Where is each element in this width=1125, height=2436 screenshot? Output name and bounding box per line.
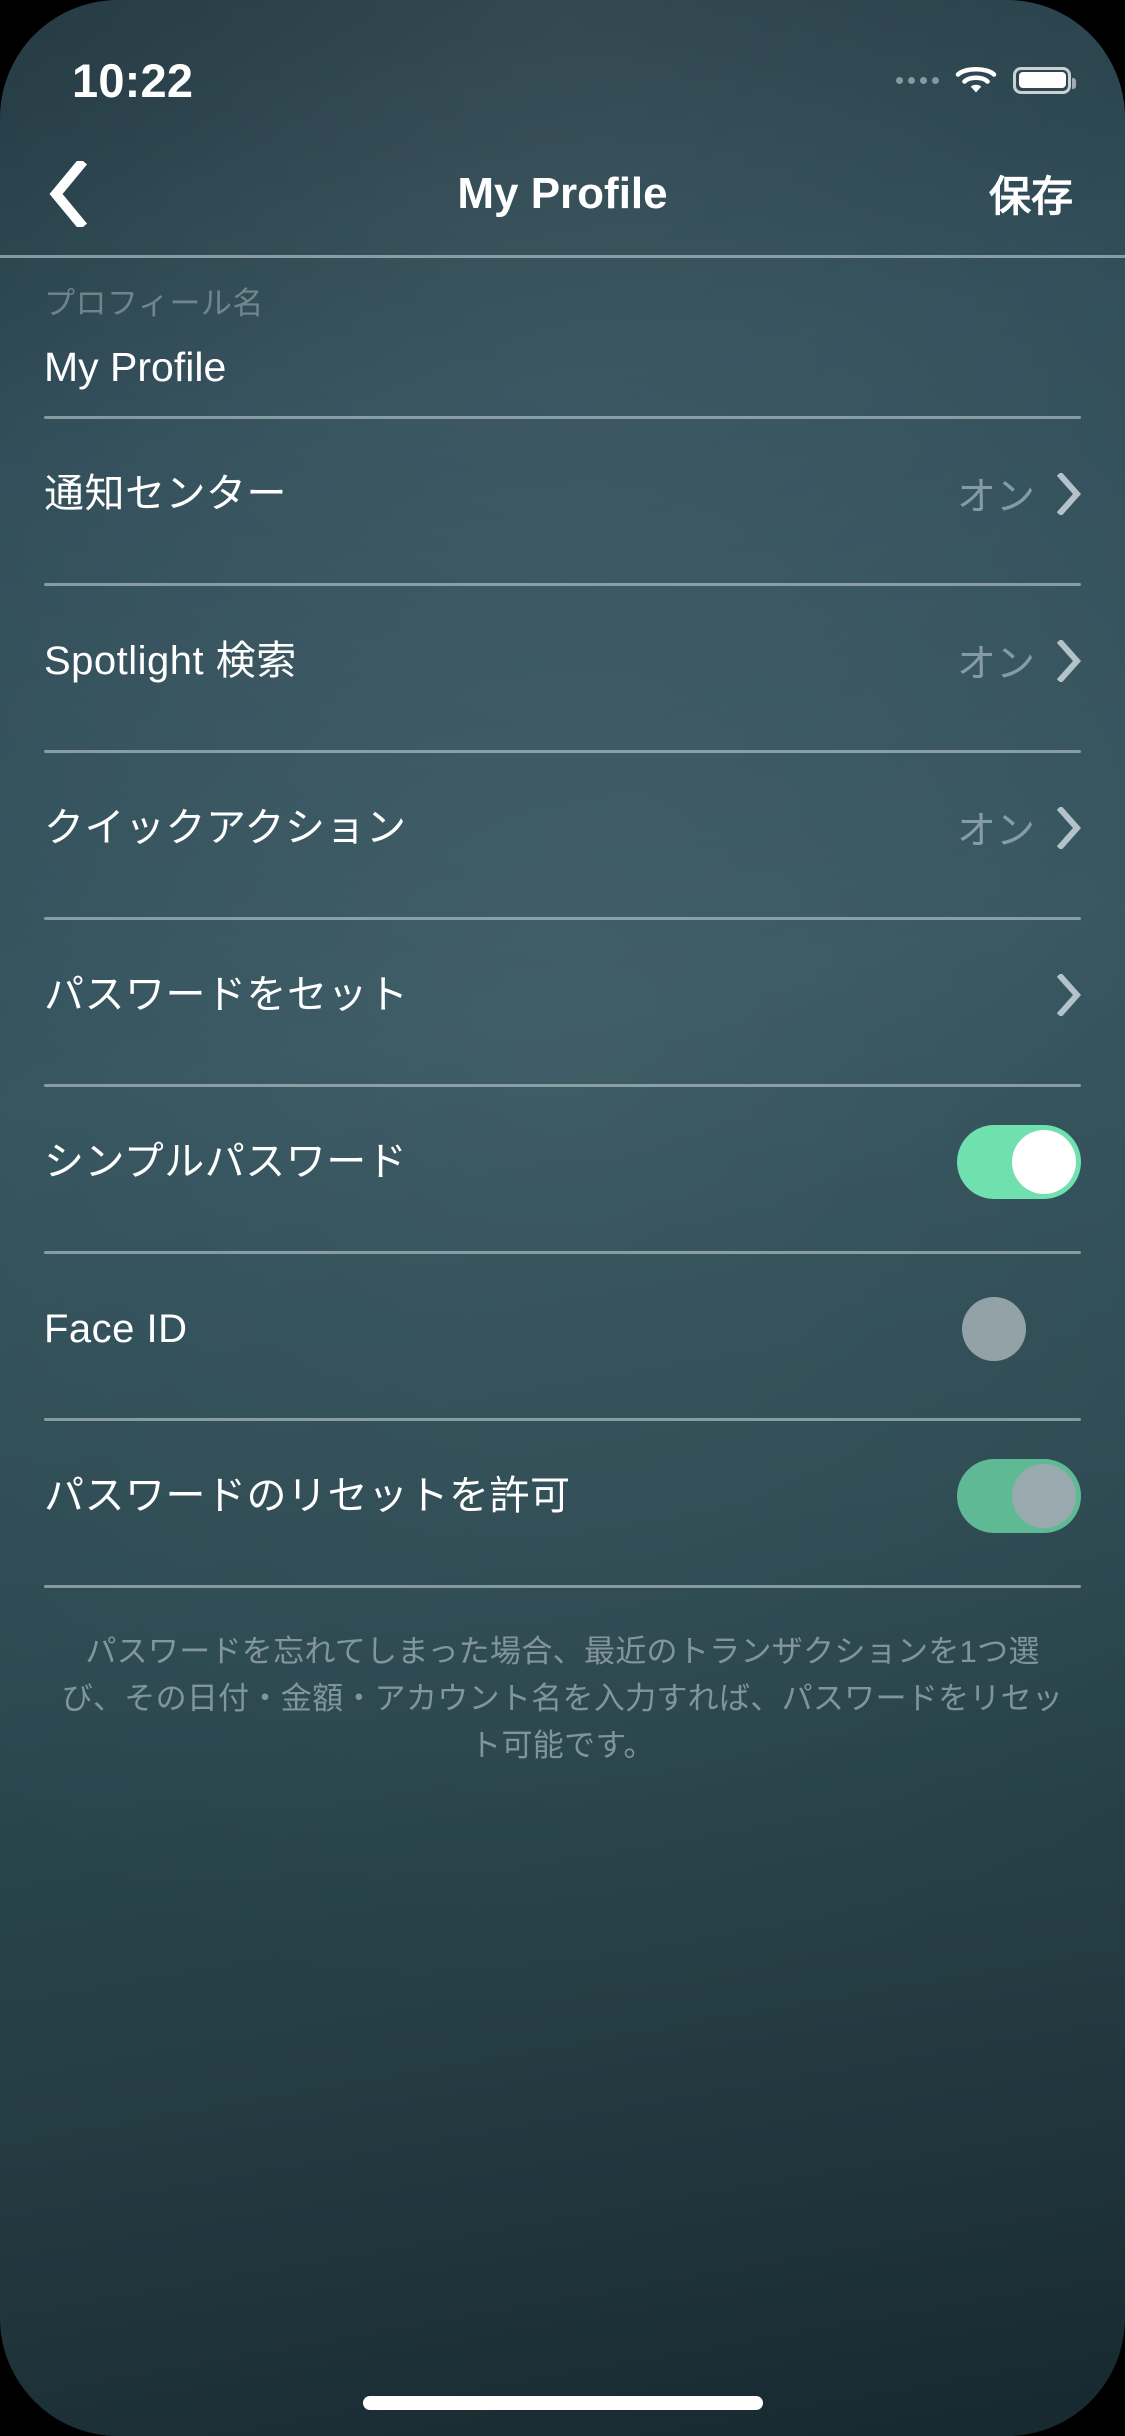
navigation-bar: My Profile 保存	[0, 132, 1125, 258]
chevron-right-icon	[1057, 473, 1081, 515]
profile-name-label: プロフィール名	[44, 286, 264, 321]
row-set-password[interactable]: パスワードをセット	[0, 920, 1125, 1070]
page-title: My Profile	[457, 168, 668, 218]
profile-name-input[interactable]: My Profile	[44, 332, 1081, 402]
home-indicator[interactable]	[362, 2396, 763, 2410]
row-label: 通知センター	[44, 472, 287, 516]
status-bar: 10:22	[0, 0, 1125, 132]
profile-name-field[interactable]: プロフィール名 My Profile	[0, 258, 1125, 402]
row-label: シンプルパスワード	[44, 1140, 408, 1184]
toggle-simple-password[interactable]	[957, 1125, 1081, 1199]
back-button[interactable]	[36, 149, 126, 239]
row-allow-password-reset[interactable]: パスワードのリセットを許可	[0, 1421, 1125, 1571]
row-quick-action[interactable]: クイックアクション オン	[0, 753, 1125, 903]
row-label: パスワードのリセットを許可	[44, 1474, 571, 1518]
toggle-allow-password-reset[interactable]	[957, 1459, 1081, 1533]
toggle-face-id[interactable]	[957, 1292, 1081, 1366]
chevron-right-icon	[1057, 807, 1081, 849]
row-value: オン	[956, 810, 1035, 853]
chevron-left-icon	[48, 160, 88, 227]
chevron-right-icon	[1057, 974, 1081, 1016]
phone-screen: 10:22 My Profile 保存 プロフィール名 My Profile 通…	[0, 0, 1125, 2436]
row-value: オン	[956, 476, 1035, 519]
battery-icon	[1013, 66, 1076, 94]
status-bar-indicators	[896, 36, 1076, 96]
row-notification-center[interactable]: 通知センター オン	[0, 419, 1125, 569]
settings-list: プロフィール名 My Profile 通知センター オン Spotlight 検…	[0, 258, 1125, 1769]
row-label: Face ID	[44, 1307, 188, 1351]
row-label: クイックアクション	[44, 806, 407, 850]
footer-note: パスワードを忘れてしまった場合、最近のトランザクションを1つ選び、その日付・金額…	[61, 1634, 1064, 1763]
row-value: オン	[956, 643, 1035, 686]
chevron-right-icon	[1057, 640, 1081, 682]
separator	[44, 1585, 1081, 1588]
save-button[interactable]: 保存	[989, 163, 1089, 224]
status-bar-time: 10:22	[72, 53, 194, 107]
row-simple-password[interactable]: シンプルパスワード	[0, 1087, 1125, 1237]
row-label: パスワードをセット	[44, 973, 409, 1017]
row-face-id[interactable]: Face ID	[0, 1254, 1125, 1404]
wifi-icon	[955, 64, 997, 96]
signal-dots-icon	[896, 76, 939, 84]
row-label: Spotlight 検索	[44, 639, 297, 683]
row-spotlight-search[interactable]: Spotlight 検索 オン	[0, 586, 1125, 736]
